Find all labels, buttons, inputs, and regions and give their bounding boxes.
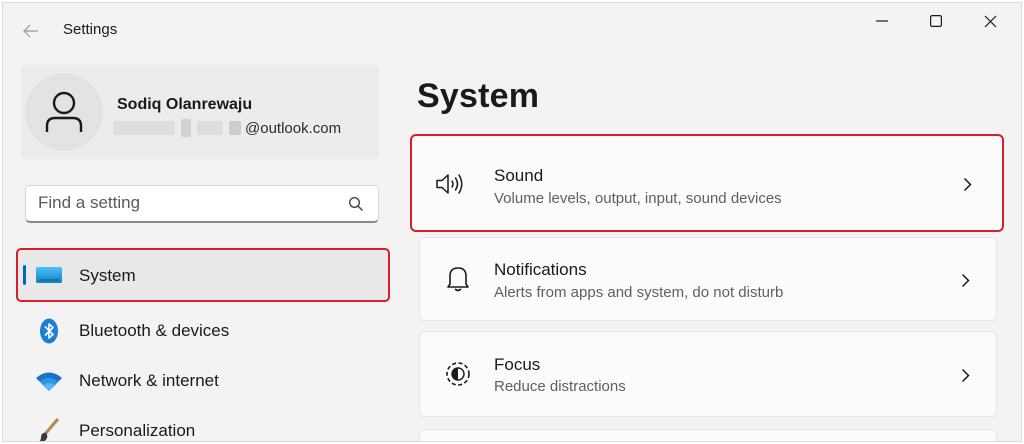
brush-icon bbox=[35, 418, 63, 441]
sidebar-item-label: Bluetooth & devices bbox=[79, 321, 230, 340]
avatar[interactable] bbox=[25, 73, 103, 151]
person-icon bbox=[45, 91, 83, 132]
search-icon[interactable] bbox=[348, 196, 364, 212]
sidebar-item-label: Personalization bbox=[79, 421, 196, 440]
settings-window: Settings Sodiq Olanrewaju @outlook.com F… bbox=[2, 2, 1022, 442]
search-input[interactable] bbox=[38, 186, 338, 220]
sidebar-item-personalization[interactable]: Personalization bbox=[17, 405, 389, 441]
card-title: Focus bbox=[494, 355, 541, 374]
sidebar-item-label: System bbox=[79, 266, 136, 285]
redacted-email-blur bbox=[113, 119, 241, 137]
chevron-right-icon bbox=[958, 272, 972, 288]
user-email-row: @outlook.com bbox=[113, 119, 341, 137]
close-icon bbox=[984, 15, 996, 27]
speaker-icon bbox=[434, 168, 466, 200]
focus-card[interactable]: Focus Reduce distractions bbox=[419, 331, 997, 417]
card-title: Sound bbox=[494, 166, 544, 185]
sidebar-item-bluetooth[interactable]: Bluetooth & devices bbox=[17, 305, 389, 355]
system-icon bbox=[35, 263, 63, 287]
sidebar-nav: System Bluetooth & devices Network & int… bbox=[16, 248, 390, 441]
minimize-icon bbox=[876, 20, 888, 22]
next-card-partial[interactable] bbox=[419, 429, 997, 441]
sound-card[interactable]: Sound Volume levels, output, input, soun… bbox=[410, 134, 1004, 232]
chevron-right-icon bbox=[960, 176, 974, 192]
chevron-right-icon bbox=[958, 367, 972, 383]
focus-icon bbox=[442, 358, 474, 390]
card-subtitle: Alerts from apps and system, do not dist… bbox=[494, 284, 784, 301]
user-profile-card[interactable]: Sodiq Olanrewaju @outlook.com bbox=[21, 65, 379, 159]
sidebar-item-system[interactable]: System bbox=[16, 248, 390, 302]
sidebar-item-network[interactable]: Network & internet bbox=[17, 355, 389, 405]
title-bar: Settings bbox=[3, 3, 1021, 59]
wifi-icon bbox=[35, 369, 63, 393]
notifications-card[interactable]: Notifications Alerts from apps and syste… bbox=[419, 237, 997, 321]
card-subtitle: Volume levels, output, input, sound devi… bbox=[494, 190, 782, 207]
back-arrow-icon bbox=[23, 24, 38, 38]
bell-icon bbox=[442, 262, 474, 294]
minimize-button[interactable] bbox=[859, 5, 905, 37]
bluetooth-icon bbox=[35, 318, 63, 344]
card-subtitle: Reduce distractions bbox=[494, 378, 626, 395]
page-title: System bbox=[417, 77, 540, 115]
close-button[interactable] bbox=[967, 5, 1013, 37]
selected-indicator bbox=[23, 265, 26, 285]
search-box[interactable] bbox=[25, 185, 379, 223]
maximize-icon bbox=[930, 15, 942, 27]
user-name: Sodiq Olanrewaju bbox=[117, 96, 253, 113]
back-button[interactable] bbox=[17, 17, 45, 45]
sidebar-item-label: Network & internet bbox=[79, 371, 219, 390]
card-title: Notifications bbox=[494, 260, 587, 279]
user-email: @outlook.com bbox=[245, 119, 342, 137]
maximize-button[interactable] bbox=[913, 5, 959, 37]
app-title: Settings bbox=[63, 21, 118, 38]
